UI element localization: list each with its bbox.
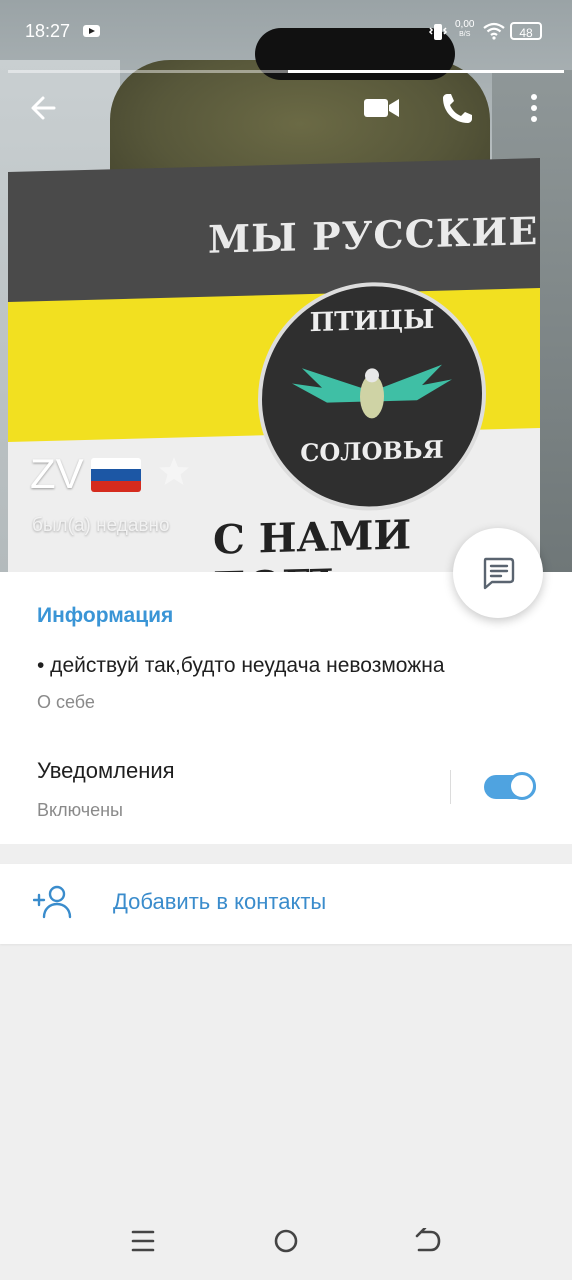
flag-top-text: МЫ РУССКИЕ (208, 208, 539, 262)
last-seen-status: был(а) недавно (32, 515, 170, 536)
menu-icon[interactable] (131, 1228, 155, 1254)
photo-progress-indicator (8, 70, 564, 73)
eagle-icon (292, 364, 452, 419)
battery-indicator: 48 (510, 22, 542, 40)
net-speed-unit: B/S (459, 31, 471, 38)
add-contact-icon (33, 885, 72, 919)
profile-name: ZV (30, 450, 84, 497)
divider (450, 770, 451, 804)
flag-image: МЫ РУССКИЕ ПТИЦЫ СОЛОВЬЯ С НАМИ БОГЪ (8, 158, 540, 572)
message-button[interactable] (453, 528, 543, 618)
profile-photo[interactable]: МЫ РУССКИЕ ПТИЦЫ СОЛОВЬЯ С НАМИ БОГЪ (0, 0, 572, 572)
back-nav-icon[interactable] (415, 1228, 441, 1254)
add-contact-label: Добавить в контакты (113, 889, 327, 914)
youtube-notification-icon (83, 25, 100, 37)
back-arrow-icon[interactable] (24, 88, 64, 128)
emblem-bottom-text: СОЛОВЬЯ (300, 434, 444, 468)
notifications-toggle[interactable] (484, 772, 536, 800)
system-navigation-bar (0, 1210, 572, 1280)
star-icon (159, 457, 189, 485)
notifications-state: Включены (37, 800, 123, 820)
emblem-top-text: ПТИЦЫ (309, 304, 435, 339)
net-speed-value: 0,00 (455, 19, 475, 30)
phone-icon[interactable] (438, 88, 478, 128)
video-call-icon[interactable] (362, 88, 402, 128)
bio-text[interactable]: • действуй так,будто неудача невозможна (37, 654, 445, 678)
wifi-icon (483, 22, 505, 40)
message-icon (483, 557, 515, 590)
russia-flag-emoji (91, 458, 141, 492)
add-contact-row[interactable]: Добавить в контакты (0, 864, 572, 944)
info-section-title: Информация (37, 604, 174, 627)
more-vert-icon[interactable] (514, 88, 554, 128)
home-icon[interactable] (273, 1228, 299, 1254)
net-speed: 0,00 B/S (455, 20, 474, 40)
status-bar: 18:27 0,00 B/S 48 (0, 0, 572, 64)
bio-label: О себе (37, 692, 95, 712)
notifications-title[interactable]: Уведомления (37, 758, 175, 784)
status-time: 18:27 (25, 21, 71, 41)
vibrate-icon (428, 24, 448, 40)
